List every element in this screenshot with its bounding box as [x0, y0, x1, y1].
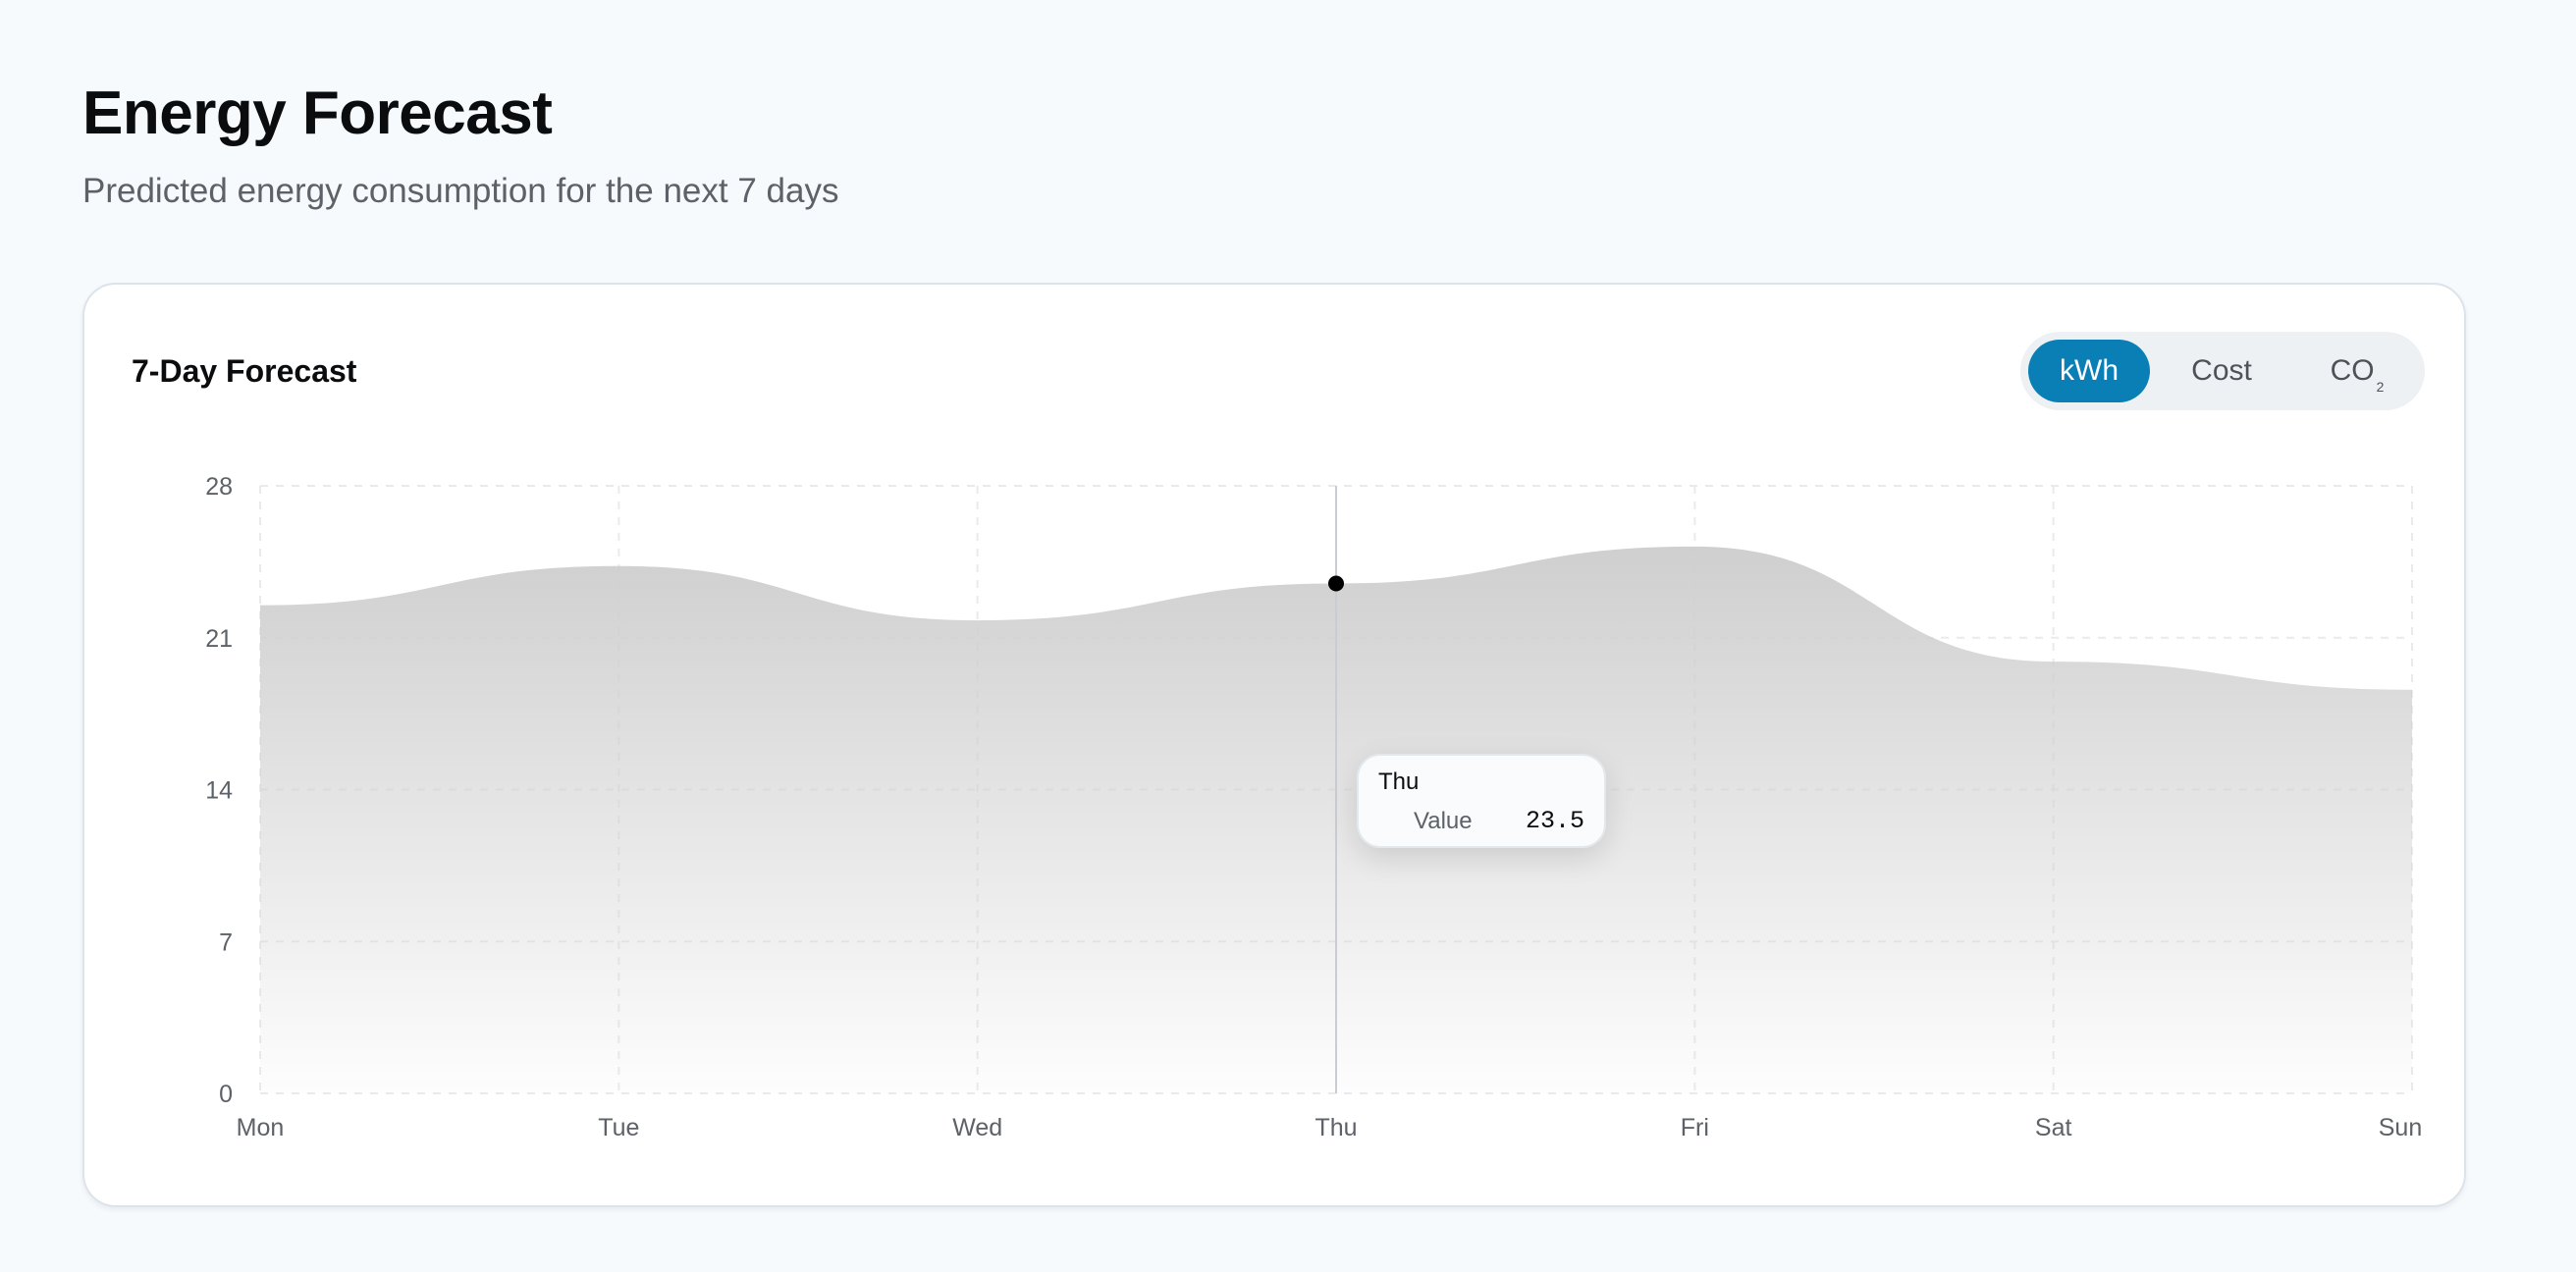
y-tick-label: 0: [219, 1081, 233, 1108]
tooltip-value: 23.5: [1525, 807, 1584, 835]
data-point-highlight: [1328, 575, 1344, 592]
chart-tooltip: Thu Value 23.5: [1357, 754, 1606, 848]
x-tick-label: Mon: [237, 1114, 285, 1141]
y-tick-label: 14: [205, 777, 233, 805]
y-tick-label: 21: [205, 625, 233, 653]
area-chart: 0 7 14 21 28 Mon Tue Wed Thu Fri Sat Sun: [205, 473, 2422, 1141]
x-tick-label: Sat: [2035, 1114, 2072, 1141]
page-title: Energy Forecast: [82, 80, 553, 147]
y-tick-label: 28: [205, 473, 233, 501]
x-tick-label: Fri: [1681, 1114, 1709, 1141]
tooltip-label: Thu: [1378, 768, 1420, 795]
x-tick-label: Sun: [2379, 1114, 2422, 1141]
x-tick-label: Wed: [952, 1114, 1002, 1141]
x-tick-label: Thu: [1315, 1114, 1357, 1141]
x-tick-label: Tue: [598, 1114, 639, 1141]
page-subtitle: Predicted energy consumption for the nex…: [82, 172, 839, 210]
forecast-card: 7-Day Forecast kWh Cost CO 2 0 7 14 21 28 Mon T…: [82, 283, 2466, 1207]
y-tick-label: 7: [219, 928, 233, 956]
tooltip-series-name: Value: [1414, 808, 1473, 834]
